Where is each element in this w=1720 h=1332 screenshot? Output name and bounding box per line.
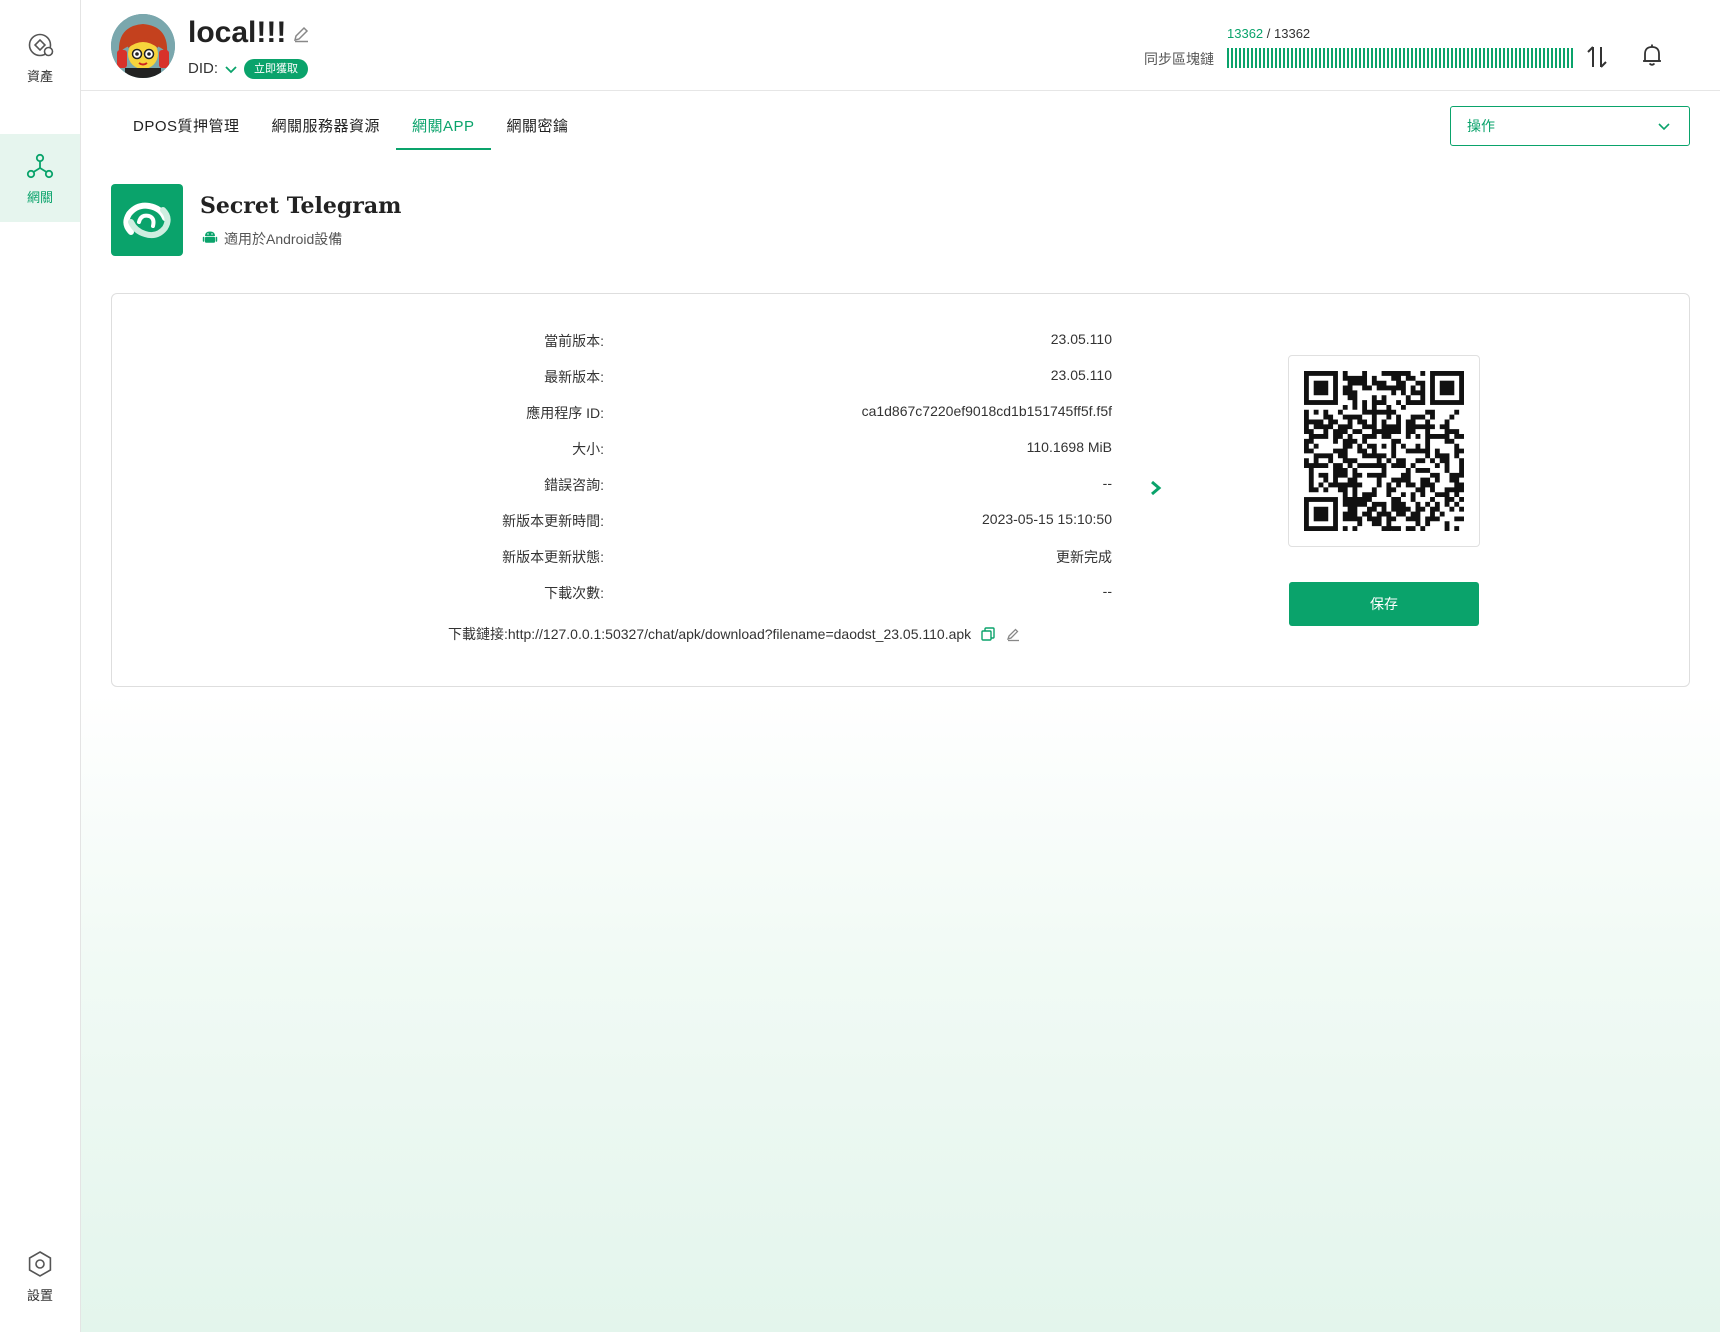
app-title: Secret Telegram [200,193,402,219]
tab-gateway-app[interactable]: 網關APP [396,104,491,150]
tab-gateway-server-resources[interactable]: 網關服務器資源 [256,104,397,150]
edit-icon[interactable] [1005,626,1021,642]
gateway-icon [26,153,54,178]
sidebar-item-assets[interactable]: 資產 [0,13,80,101]
avatar[interactable] [111,14,175,78]
detail-label: 錯誤咨詢: [544,477,604,493]
chevron-down-icon [1658,123,1670,131]
secret-telegram-logo-icon [123,202,171,239]
save-button[interactable]: 保存 [1289,582,1479,626]
app-logo [111,184,183,256]
download-link-label: 下載鏈接: [448,626,508,642]
operations-dropdown-label: 操作 [1467,118,1495,134]
detail-label: 下載次數: [544,585,604,601]
sync-separator: / [1263,26,1274,41]
detail-row-update-status: 新版本更新狀態: 更新完成 [112,547,1112,567]
detail-row-size: 大小: 110.1698 MiB [112,439,1112,459]
sidebar-item-label: 設置 [26,1287,53,1303]
main-content: local!!! DID: 立即獲取 13362 / 13362 同步區塊鏈 D… [81,0,1720,1332]
detail-label: 新版本更新狀態: [502,549,604,565]
download-link[interactable]: http://127.0.0.1:50327/chat/apk/download… [508,626,971,642]
detail-row-latest-version: 最新版本: 23.05.110 [112,367,1112,387]
tab-gateway-keys[interactable]: 網關密鑰 [491,104,585,150]
detail-label: 新版本更新時間: [502,513,604,529]
chevron-down-icon[interactable] [224,62,238,76]
claim-badge[interactable]: 立即獲取 [244,59,308,79]
sync-label: 同步區塊鏈 [1144,51,1214,67]
detail-value: ca1d867c7220ef9018cd1b151745ff5f.f5f [861,403,1112,419]
tab-dpos-staking[interactable]: DPOS質押管理 [117,104,256,150]
detail-row-current-version: 當前版本: 23.05.110 [112,331,1112,351]
detail-value: -- [1102,583,1112,599]
detail-value: -- [1102,475,1112,491]
detail-value: 更新完成 [1056,549,1112,565]
detail-value: 110.1698 MiB [1026,439,1112,455]
sync-progress-bar [1227,48,1575,68]
sync-arrows-icon[interactable] [1584,44,1610,70]
edit-icon[interactable] [291,24,311,44]
detail-value: 2023-05-15 15:10:50 [982,511,1112,527]
detail-label: 當前版本: [544,333,604,349]
detail-label: 最新版本: [544,369,604,385]
sync-count: 13362 / 13362 [1227,26,1310,41]
detail-label: 大小: [572,441,604,457]
app-platform: 適用於Android設備 [224,231,343,247]
sidebar: 資產 網關 設置 [0,0,81,1332]
top-bar: local!!! DID: 立即獲取 13362 / 13362 同步區塊鏈 [81,0,1720,91]
qr-code [1288,355,1480,547]
detail-value: 23.05.110 [1050,331,1112,347]
bell-icon[interactable] [1639,42,1665,68]
settings-icon [28,1250,52,1277]
detail-label: 應用程序 ID: [526,405,604,421]
detail-row-download-count: 下載次數: -- [112,583,1112,603]
did-label: DID: [188,60,218,77]
sidebar-item-label: 資產 [26,68,53,84]
tab-bar: DPOS質押管理 網關服務器資源 網關APP 網關密鑰 [117,104,585,150]
sync-current: 13362 [1227,26,1264,41]
asset-icon [28,33,54,56]
sync-total: 13362 [1274,26,1311,41]
copy-icon[interactable] [980,626,996,642]
username: local!!! [188,16,287,49]
detail-row-update-time: 新版本更新時間: 2023-05-15 15:10:50 [112,511,1112,531]
operations-dropdown[interactable]: 操作 [1450,106,1690,146]
sidebar-item-settings[interactable]: 設置 [0,1232,80,1320]
qr-code-image [1304,371,1464,531]
chevron-right-icon [1151,480,1162,496]
sidebar-item-gateway[interactable]: 網關 [0,134,80,222]
sidebar-item-label: 網關 [26,189,53,205]
detail-value: 23.05.110 [1050,367,1112,383]
app-root: 資產 網關 設置 local!!! DID: 立即獲取 13362 / 1336… [0,0,1720,1332]
detail-row-app-id: 應用程序 ID: ca1d867c7220ef9018cd1b151745ff5… [112,403,1112,423]
avatar-image [111,14,175,78]
app-details-card: 當前版本: 23.05.110 最新版本: 23.05.110 應用程序 ID:… [111,293,1690,687]
download-link-row: 下載鏈接:http://127.0.0.1:50327/chat/apk/dow… [448,624,1021,644]
detail-row-error-inquiry: 錯誤咨詢: -- [112,475,1112,495]
android-icon [202,231,218,243]
